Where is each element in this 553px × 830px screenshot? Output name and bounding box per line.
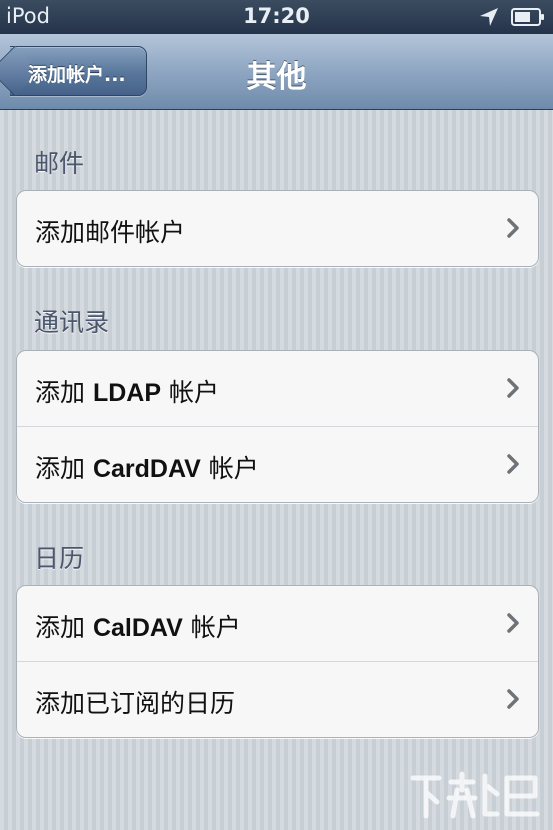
group-mail: 添加邮件帐户 bbox=[16, 190, 539, 267]
chevron-right-icon bbox=[507, 218, 519, 238]
status-bar: iPod 17:20 bbox=[0, 0, 553, 34]
row-label-suffix: 帐户 bbox=[161, 378, 219, 407]
chevron-right-icon bbox=[507, 689, 519, 709]
row-add-mail-account[interactable]: 添加邮件帐户 bbox=[17, 191, 538, 266]
battery-icon bbox=[511, 8, 544, 26]
row-label-protocol: CalDAV bbox=[92, 614, 183, 642]
watermark-logo-icon bbox=[410, 771, 540, 819]
row-add-carddav-account[interactable]: 添加 CardDAV 帐户 bbox=[17, 426, 538, 502]
row-label: 添加邮件帐户 bbox=[35, 218, 186, 247]
row-label-prefix: 添加 bbox=[35, 378, 93, 407]
group-calendar: 添加 CalDAV 帐户 添加已订阅的日历 bbox=[16, 585, 539, 738]
row-label-prefix: 添加 bbox=[35, 454, 93, 483]
status-time: 17:20 bbox=[243, 4, 310, 28]
page-title: 其他 bbox=[246, 60, 307, 95]
row-label-protocol: CardDAV bbox=[92, 455, 201, 483]
row-add-caldav-account[interactable]: 添加 CalDAV 帐户 bbox=[17, 586, 538, 661]
chevron-right-icon bbox=[507, 613, 519, 633]
row-label: 添加 LDAP 帐户 bbox=[35, 373, 219, 409]
location-arrow-icon bbox=[480, 8, 498, 26]
navigation-bar: 添加帐户... 其他 bbox=[0, 34, 553, 110]
group-contacts: 添加 LDAP 帐户 添加 CardDAV 帐户 bbox=[16, 350, 539, 503]
chevron-right-icon bbox=[507, 378, 519, 398]
row-label: 添加 CardDAV 帐户 bbox=[35, 449, 259, 485]
row-add-subscribed-calendar[interactable]: 添加已订阅的日历 bbox=[17, 661, 538, 737]
section-header-calendar: 日历 bbox=[34, 544, 85, 573]
row-label-prefix: 添加 bbox=[35, 613, 93, 642]
row-add-ldap-account[interactable]: 添加 LDAP 帐户 bbox=[17, 351, 538, 426]
chevron-right-icon bbox=[507, 454, 519, 474]
section-header-mail: 邮件 bbox=[34, 149, 85, 178]
row-label-protocol: LDAP bbox=[92, 379, 162, 407]
row-label-suffix: 帐户 bbox=[182, 613, 241, 642]
row-label: 添加 CalDAV 帐户 bbox=[35, 608, 241, 644]
row-label-suffix: 帐户 bbox=[200, 454, 259, 483]
row-label: 添加已订阅的日历 bbox=[35, 689, 236, 718]
section-header-contacts: 通讯录 bbox=[34, 308, 110, 337]
